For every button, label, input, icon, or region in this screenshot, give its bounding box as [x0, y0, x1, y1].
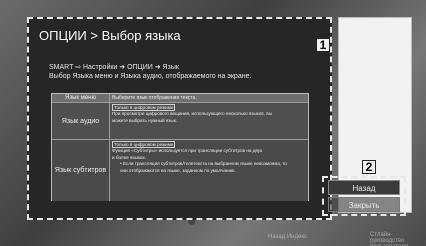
bottom-hint-manual: Cтлайн-руководство пользователя: [370, 232, 408, 246]
menu-language-line-1: Выберите язык отображения текста.: [112, 95, 197, 101]
row-description-subtitle-language: Только в цифровом режиме Функция «Субтит…: [112, 141, 306, 174]
language-settings-table: Язык меню Выберите язык отображения текс…: [51, 93, 309, 201]
row-description-menu-language: Выберите язык отображения текста.: [112, 94, 306, 102]
table-row-subtitle-language[interactable]: Язык субтитров Только в цифровом режиме …: [52, 140, 308, 201]
subtitle-language-line-3: • Если трансляция субтитров/телетекста н…: [120, 161, 287, 167]
callout-marker-2: 2: [362, 160, 376, 174]
row-label-subtitle-language: Язык субтитров: [52, 140, 110, 201]
row-label-audio-language: Язык аудио: [52, 103, 110, 139]
table-row-menu-language[interactable]: Язык меню Выберите язык отображения текс…: [52, 94, 308, 103]
close-button[interactable]: Закрыть: [328, 197, 400, 212]
digital-mode-tag: Только в цифровом режиме: [112, 104, 176, 111]
bottom-hint-nav: Назад Индекс: [268, 234, 308, 240]
back-button[interactable]: Назад: [328, 180, 400, 195]
table-row-audio-language[interactable]: Язык аудио Только в цифровом режиме При …: [52, 103, 308, 140]
audio-language-line-2: можете выбрать нужный язык.: [112, 117, 177, 123]
language-options-dialog: ОПЦИИ > Выбор языка SMART ⇨ Настройки ➜ …: [27, 17, 332, 220]
breadcrumb: SMART ⇨ Настройки ➜ ОПЦИИ ➜ Язык: [49, 64, 179, 71]
dialog-title: ОПЦИИ > Выбор языка: [39, 28, 181, 43]
row-label-menu-language: Язык меню: [52, 94, 110, 102]
dialog-description: Выбор Языка меню и Языка аудио, отобража…: [49, 73, 252, 80]
tv-screen: ОПЦИИ > Выбор языка SMART ⇨ Настройки ➜ …: [0, 0, 426, 246]
row-description-audio-language: Только в цифровом режиме При просмотре ц…: [112, 104, 306, 124]
subtitle-language-line-4: они отображаются на языке, заданном по у…: [120, 167, 236, 173]
callout-marker-1: 1: [316, 38, 330, 52]
digital-mode-tag: Только в цифровом режиме: [112, 141, 176, 148]
